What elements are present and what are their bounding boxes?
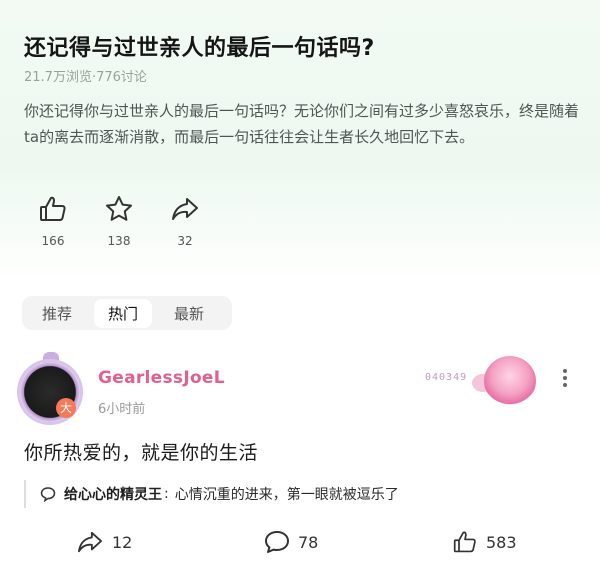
question-description: 你还记得你与过世亲人的最后一句话吗？无论你们之间有过多少喜怒哀乐，终是随着ta的… bbox=[24, 102, 580, 146]
favorite-question-button[interactable]: 138 bbox=[94, 194, 144, 248]
tab-hot[interactable]: 热门 bbox=[94, 298, 153, 328]
comment-like-count: 583 bbox=[486, 532, 517, 552]
share-icon bbox=[78, 531, 102, 553]
avatar[interactable]: 大 bbox=[14, 352, 88, 428]
more-options-icon[interactable] bbox=[560, 366, 570, 390]
like-comment-button[interactable]: 583 bbox=[452, 530, 517, 554]
tab-latest[interactable]: 最新 bbox=[160, 299, 218, 328]
star-icon bbox=[106, 196, 132, 221]
reply-preview[interactable]: 给心心的精灵王 : 心情沉重的进来，第一眼就被逗乐了 bbox=[24, 480, 580, 508]
share-count: 32 bbox=[177, 234, 193, 248]
profile-decoration: 040349 bbox=[420, 354, 544, 408]
comment-content: 你所热爱的，就是你的生活 bbox=[24, 442, 259, 464]
comment-reply-count: 78 bbox=[298, 532, 319, 552]
sort-tabs: 推荐 热门 最新 bbox=[22, 296, 233, 330]
question-title: 还记得与过世亲人的最后一句话吗? bbox=[24, 36, 375, 61]
tab-recommended[interactable]: 推荐 bbox=[28, 299, 86, 328]
comment-time: 6小时前 bbox=[98, 402, 146, 417]
like-count: 166 bbox=[41, 234, 65, 248]
reply-comment-button[interactable]: 78 bbox=[264, 530, 318, 554]
favorite-count: 138 bbox=[107, 234, 131, 248]
comment-username[interactable]: GearlessJoeL bbox=[98, 368, 225, 388]
share-question-button[interactable]: 32 bbox=[160, 194, 210, 248]
decoration-anime-girl bbox=[484, 356, 536, 406]
thumb-up-icon bbox=[453, 531, 476, 553]
user-level-badge: 大 bbox=[56, 398, 76, 418]
reply-text: 心情沉重的进来，第一眼就被逗乐了 bbox=[174, 487, 399, 503]
thumb-up-icon bbox=[40, 196, 66, 221]
comment-icon bbox=[265, 531, 289, 553]
comment-share-count: 12 bbox=[112, 532, 133, 552]
speech-bubble-icon bbox=[40, 487, 56, 502]
share-comment-button[interactable]: 12 bbox=[76, 530, 132, 554]
question-meta: 21.7万浏览·776讨论 bbox=[24, 70, 147, 85]
decoration-number: 040349 bbox=[425, 372, 468, 383]
reply-colon: : bbox=[164, 486, 169, 502]
like-question-button[interactable]: 166 bbox=[28, 194, 78, 248]
share-icon bbox=[172, 198, 198, 220]
reply-author[interactable]: 给心心的精灵王 bbox=[64, 484, 162, 504]
